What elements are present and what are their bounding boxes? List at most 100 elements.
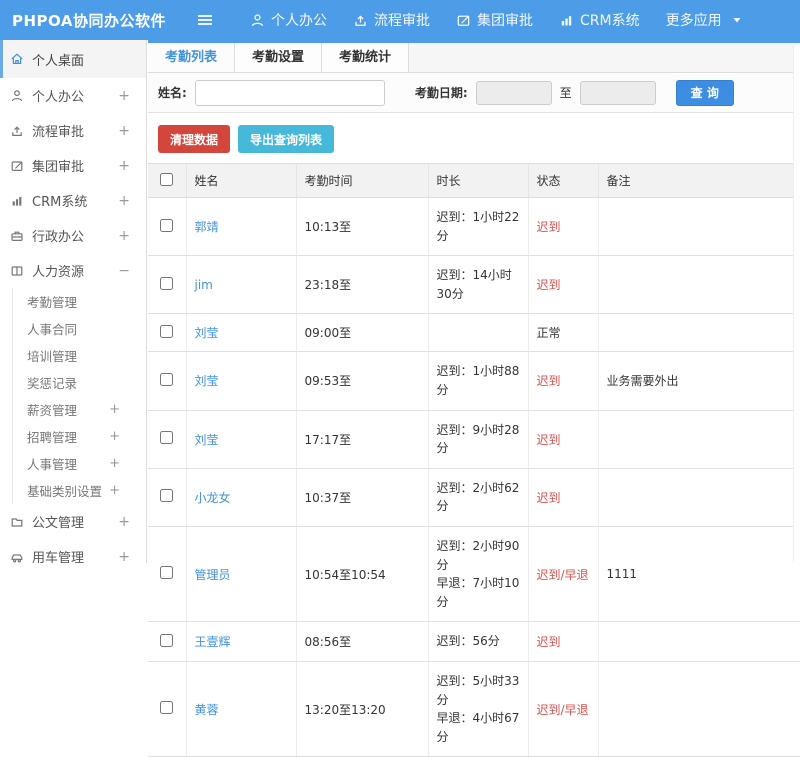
topnav: 个人办公 流程审批 集团审批 CRM系统 更多应用	[250, 10, 742, 30]
table-row: 管理员 10:54至10:54 迟到：2小时90分 早退：7小时10分 迟到/早…	[148, 526, 800, 621]
tab-strip: 考勤列表考勤设置考勤统计	[148, 43, 800, 73]
date-from-input[interactable]	[476, 81, 552, 105]
note-cell	[598, 314, 800, 352]
sidebar-item-label: CRM系统	[32, 191, 87, 210]
row-checkbox[interactable]	[160, 219, 173, 232]
scrollbar-track[interactable]	[793, 46, 800, 563]
note-cell	[598, 468, 800, 526]
employee-name-link[interactable]: 黄蓉	[195, 703, 219, 717]
date-to-input[interactable]	[580, 81, 656, 105]
sidebar-item-admin-office[interactable]: 行政办公 +	[0, 218, 146, 253]
sidebar-item-human-resources[interactable]: 人力资源 −	[0, 253, 146, 288]
topnav-item-personal-office[interactable]: 个人办公	[250, 10, 327, 30]
sidebar-item-personal-office[interactable]: 个人办公 +	[0, 78, 146, 113]
table-column-header: 备注	[598, 164, 800, 198]
status-cell: 迟到	[528, 352, 598, 410]
table-row: 刘莹 09:53至 迟到：1小时88分 迟到 业务需要外出	[148, 352, 800, 410]
topnav-item-more-apps[interactable]: 更多应用	[666, 10, 742, 30]
status-cell: 迟到	[528, 256, 598, 314]
expand-toggle-icon[interactable]: +	[109, 402, 120, 417]
sidebar-subitem-salary-management[interactable]: 薪资管理 +	[13, 396, 146, 423]
export-list-button[interactable]: 导出查询列表	[238, 125, 334, 153]
table-column-header: 时长	[428, 164, 528, 198]
expand-toggle-icon[interactable]: +	[118, 549, 130, 564]
date-label: 考勤日期:	[415, 84, 468, 101]
expand-toggle-icon[interactable]: +	[109, 429, 120, 444]
status-cell: 迟到	[528, 410, 598, 468]
sidebar-item-vehicle-management[interactable]: 用车管理 +	[0, 539, 146, 563]
sidebar-subitem-hr-contract[interactable]: 人事合同	[13, 315, 146, 342]
row-checkbox[interactable]	[160, 634, 173, 647]
tab-attendance-stats[interactable]: 考勤统计	[322, 43, 409, 72]
expand-toggle-icon[interactable]: +	[118, 514, 130, 530]
expand-toggle-icon[interactable]: +	[118, 228, 130, 244]
duration-cell: 迟到：2小时90分 早退：7小时10分	[428, 526, 528, 621]
expand-toggle-icon[interactable]: +	[109, 483, 120, 498]
sidebar-item-label: 公文管理	[32, 512, 84, 531]
row-checkbox[interactable]	[160, 566, 173, 579]
sidebar-item-group-approval[interactable]: 集团审批 +	[0, 148, 146, 183]
note-cell	[598, 622, 800, 662]
sidebar-subitem-base-category-settings[interactable]: 基础类别设置 +	[13, 477, 146, 504]
employee-name-link[interactable]: 王壹辉	[195, 635, 231, 649]
sidebar-subitem-recruitment-management[interactable]: 招聘管理 +	[13, 423, 146, 450]
sidebar-item-crm-system[interactable]: CRM系统 +	[0, 183, 146, 218]
expand-toggle-icon[interactable]: +	[118, 193, 130, 209]
expand-toggle-icon[interactable]: +	[118, 158, 130, 174]
sidebar-item-label: 行政办公	[32, 226, 84, 245]
row-checkbox[interactable]	[160, 277, 173, 290]
select-all-checkbox[interactable]	[160, 173, 173, 186]
row-checkbox[interactable]	[160, 373, 173, 386]
menu-icon[interactable]	[196, 13, 214, 27]
topnav-item-group-approval[interactable]: 集团审批	[456, 10, 533, 30]
table-row: 刘莹 09:00至 正常	[148, 314, 800, 352]
employee-name-link[interactable]: 刘莹	[195, 433, 219, 447]
expand-toggle-icon[interactable]: −	[118, 263, 130, 279]
sidebar-subitem-label: 培训管理	[27, 346, 77, 365]
row-checkbox[interactable]	[160, 489, 173, 502]
employee-name-link[interactable]: 刘莹	[195, 374, 219, 388]
search-button[interactable]: 查 询	[676, 80, 734, 106]
employee-name-link[interactable]: 小龙女	[195, 491, 231, 505]
attendance-time-cell: 23:18至	[296, 256, 428, 314]
sidebar-item-label: 人力资源	[32, 261, 84, 280]
expand-toggle-icon[interactable]: +	[118, 123, 130, 139]
attendance-time-cell: 17:17至	[296, 410, 428, 468]
duration-cell: 迟到：2小时62分	[428, 468, 528, 526]
sidebar-subitem-personnel-management[interactable]: 人事管理 +	[13, 450, 146, 477]
clean-data-button[interactable]: 清理数据	[158, 125, 230, 153]
employee-name-link[interactable]: 刘莹	[195, 326, 219, 340]
doc-icon	[10, 515, 24, 529]
table-row: 黄蓉 13:20至13:20 迟到：5小时33分 早退：4小时67分 迟到/早退	[148, 661, 800, 756]
row-checkbox[interactable]	[160, 431, 173, 444]
employee-name-link[interactable]: jim	[195, 278, 213, 292]
sidebar-item-personal-desktop[interactable]: 个人桌面	[0, 40, 146, 78]
sidebar-subitem-training-management[interactable]: 培训管理	[13, 342, 146, 369]
attendance-time-cell: 13:20至13:20	[296, 661, 428, 756]
chart-icon	[10, 194, 24, 208]
note-cell: 1111	[598, 526, 800, 621]
topnav-item-workflow-approval[interactable]: 流程审批	[353, 10, 430, 30]
note-cell: 业务需要外出	[598, 352, 800, 410]
sidebar-item-workflow-approval[interactable]: 流程审批 +	[0, 113, 146, 148]
expand-toggle-icon[interactable]: +	[118, 88, 130, 104]
name-input[interactable]	[195, 80, 385, 106]
tab-attendance-settings[interactable]: 考勤设置	[235, 43, 322, 72]
row-checkbox[interactable]	[160, 325, 173, 338]
edit-icon	[10, 159, 24, 173]
tab-attendance-list[interactable]: 考勤列表	[148, 43, 235, 72]
sidebar-item-document-management[interactable]: 公文管理 +	[0, 504, 146, 539]
employee-name-link[interactable]: 郭靖	[195, 220, 219, 234]
briefcase-icon	[10, 229, 24, 243]
row-checkbox[interactable]	[160, 701, 173, 714]
sidebar-item-label: 个人办公	[32, 86, 84, 105]
topnav-item-crm-system[interactable]: CRM系统	[559, 10, 640, 30]
user-icon	[250, 13, 265, 28]
sidebar-subitem-reward-punishment-records[interactable]: 奖惩记录	[13, 369, 146, 396]
attendance-time-cell: 08:56至	[296, 622, 428, 662]
employee-name-link[interactable]: 管理员	[195, 568, 231, 582]
sidebar-submenu: 考勤管理 人事合同 培训管理 奖惩记录 薪资管理 + 招聘管理 + 人事管理 +…	[12, 288, 146, 504]
sidebar-subitem-attendance-management[interactable]: 考勤管理	[13, 288, 146, 315]
main-content: 考勤列表考勤设置考勤统计 姓名: 考勤日期: 至 查 询 清理数据 导出查询列表…	[148, 40, 800, 563]
expand-toggle-icon[interactable]: +	[109, 456, 120, 471]
